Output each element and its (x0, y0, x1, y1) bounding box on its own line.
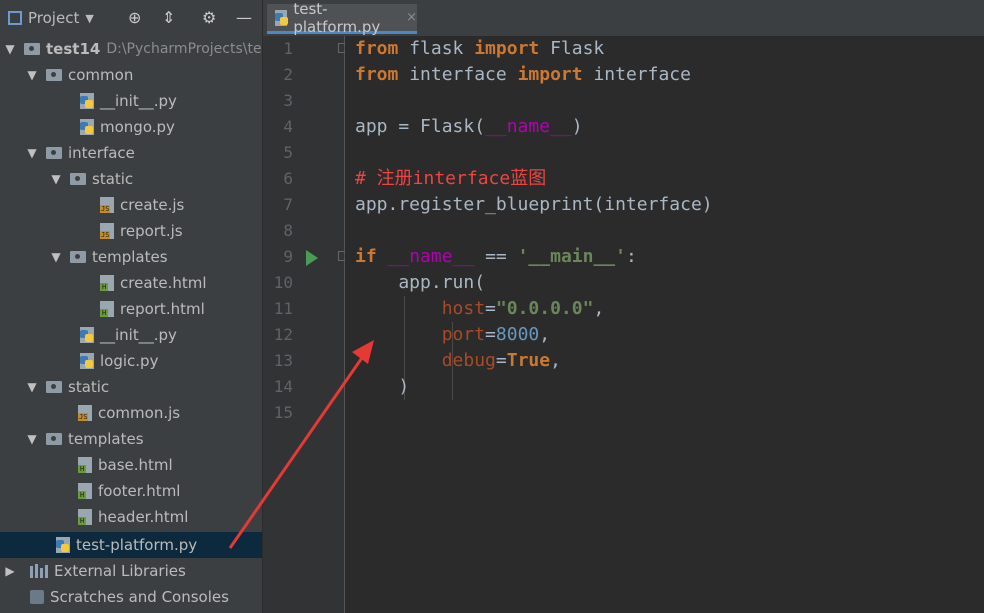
annotation-arrow-head (352, 340, 374, 364)
annotation-arrow-line (228, 351, 368, 549)
ide-window: Project ▼ ⊕ ⇕ ⚙ — ▼ test14 D:\PycharmPro… (0, 0, 984, 613)
annotation-arrow (228, 340, 374, 549)
